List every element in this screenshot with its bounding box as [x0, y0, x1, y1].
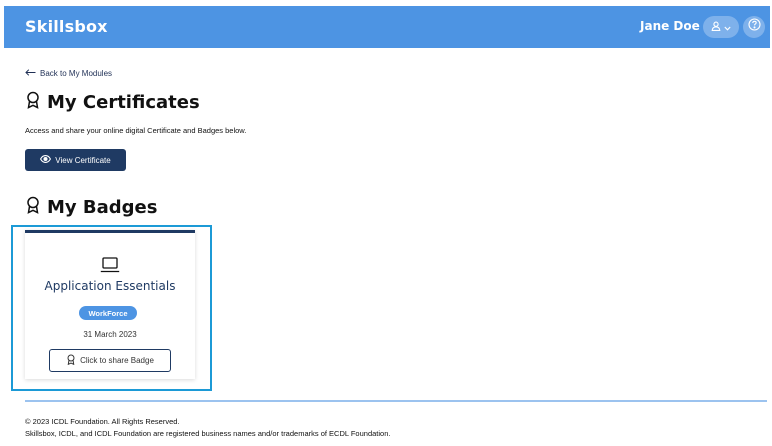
back-to-modules-link[interactable]: Back to My Modules [25, 69, 112, 78]
laptop-icon [100, 257, 120, 278]
award-icon [66, 354, 76, 367]
badge-card: Application Essentials WorkForce 31 Marc… [25, 230, 195, 379]
badge-title: Application Essentials [44, 279, 176, 293]
view-certificate-button[interactable]: View Certificate [25, 149, 126, 171]
help-button[interactable] [743, 16, 765, 38]
brand-logo[interactable]: Skillsbox [25, 17, 108, 36]
badge-date: 31 March 2023 [83, 330, 137, 339]
eye-icon [40, 155, 52, 165]
footer-trademark: Skillsbox, ICDL, and ICDL Foundation are… [25, 429, 391, 438]
award-icon [25, 196, 41, 219]
certificates-description: Access and share your online digital Cer… [25, 126, 247, 135]
share-badge-label: Click to share Badge [80, 356, 154, 365]
help-icon [747, 18, 761, 36]
share-badge-button[interactable]: Click to share Badge [49, 349, 171, 372]
page-title: My Certificates [47, 92, 200, 113]
back-link-label: Back to My Modules [40, 69, 113, 78]
badges-title: My Badges [47, 197, 158, 218]
footer-copyright: © 2023 ICDL Foundation. All Rights Reser… [25, 417, 180, 426]
award-icon [25, 91, 41, 114]
top-nav-bar: Skillsbox Jane Doe [4, 6, 770, 48]
badges-heading: My Badges [25, 196, 157, 219]
user-icon [711, 18, 721, 36]
view-certificate-label: View Certificate [55, 155, 111, 165]
certificates-heading: My Certificates [25, 91, 200, 114]
badge-tag: WorkForce [79, 306, 137, 320]
arrow-left-icon [25, 69, 36, 78]
user-menu-button[interactable] [703, 16, 739, 38]
footer-divider [25, 400, 767, 402]
chevron-down-icon [724, 18, 731, 36]
user-name: Jane Doe [640, 19, 700, 33]
